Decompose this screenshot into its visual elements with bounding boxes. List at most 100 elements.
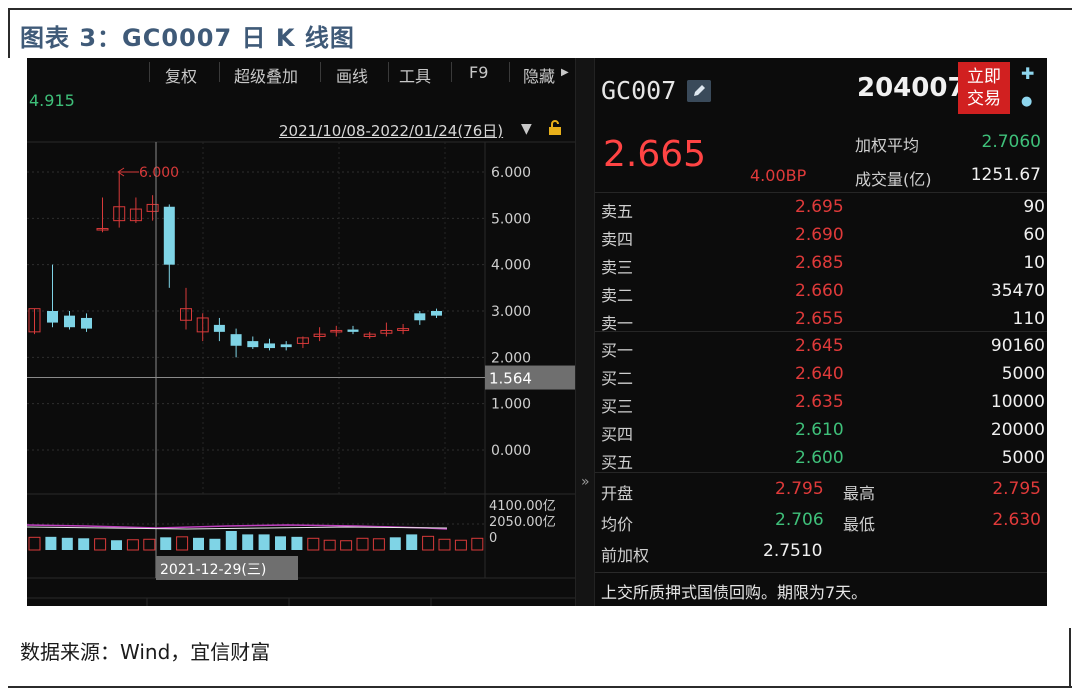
volume-bar-down bbox=[275, 536, 286, 550]
avg-label: 均价 bbox=[601, 515, 634, 534]
security-name: GC007 bbox=[601, 76, 677, 105]
ask-level-label: 卖四 bbox=[601, 230, 634, 249]
bid-level-quantity: 20000 bbox=[990, 420, 1045, 440]
candle-body-down bbox=[347, 329, 359, 332]
prev-weighted-value: 2.7510 bbox=[763, 541, 823, 561]
volume-bar-up bbox=[143, 538, 156, 551]
candle-body-down bbox=[213, 324, 225, 332]
bid-level-price: 2.610 bbox=[795, 420, 844, 440]
volume-bar-down bbox=[225, 530, 237, 550]
candle-body-down bbox=[64, 315, 75, 328]
ask-level-quantity: 110 bbox=[1012, 309, 1045, 329]
ask-level-quantity: 35470 bbox=[990, 281, 1045, 301]
ask-level-label: 卖五 bbox=[601, 202, 634, 221]
candle-body-down bbox=[163, 206, 175, 265]
volume-label: 成交量(亿) bbox=[855, 170, 932, 189]
weighted-avg-label: 加权平均 bbox=[855, 136, 920, 155]
bid-level-quantity: 10000 bbox=[990, 392, 1045, 412]
volume-bar-down bbox=[45, 536, 57, 550]
volume-bar-down bbox=[242, 534, 254, 550]
footer-bottom-rule bbox=[8, 686, 1072, 688]
figure-caption: 图表 3：GC0007 日 K 线图 bbox=[20, 24, 355, 52]
security-description-bar: 上交所质押式国债回购。期限为7天。 bbox=[595, 572, 1047, 606]
volume-bar-down bbox=[160, 537, 172, 550]
bid-level-price: 2.600 bbox=[795, 448, 844, 468]
candle-body-down bbox=[280, 344, 292, 348]
open-label: 开盘 bbox=[601, 484, 634, 503]
divider bbox=[595, 472, 1047, 473]
caption-left-rule bbox=[8, 8, 10, 58]
low-label: 最低 bbox=[843, 515, 876, 534]
trade-now-button[interactable]: 立即 交易 bbox=[958, 62, 1010, 114]
kline-chart-canvas[interactable]: 6.000 5.000 4.000 3.000 2.000 1.000 0.000 6.000… bbox=[27, 58, 575, 606]
volume-bar-down bbox=[258, 534, 270, 550]
ask-level-price: 2.690 bbox=[795, 225, 844, 245]
bid-level-label: 买三 bbox=[601, 397, 634, 416]
crosshair-date-label: 2021-12-29(三) bbox=[160, 562, 266, 578]
ask-level-price: 2.655 bbox=[795, 309, 844, 329]
ask-level-label: 卖二 bbox=[601, 286, 634, 305]
volume-tick-label: 4100.00亿 bbox=[489, 499, 556, 514]
price-tick-label: 5.000 bbox=[491, 211, 531, 227]
bid-level-price: 2.635 bbox=[795, 392, 844, 412]
volume-bar-up bbox=[126, 539, 139, 551]
volume-bar-down bbox=[78, 538, 90, 550]
candle-body-down bbox=[81, 317, 92, 329]
candle-body-down bbox=[230, 334, 242, 346]
collapse-arrow-icon[interactable]: » bbox=[581, 474, 590, 490]
volume-bar-up bbox=[340, 540, 353, 551]
volume-tick-label: 2050.00亿 bbox=[489, 515, 556, 530]
volume-bar-up bbox=[323, 539, 336, 551]
ask-level-price: 2.685 bbox=[795, 253, 844, 273]
avg-value: 2.706 bbox=[775, 510, 824, 530]
candle-body-down bbox=[47, 311, 58, 323]
bid-level-quantity: 5000 bbox=[1001, 364, 1045, 384]
ask-level-price: 2.695 bbox=[795, 197, 844, 217]
candle-body-down bbox=[431, 311, 442, 316]
volume-bar-down bbox=[389, 537, 401, 550]
ask-level-quantity: 60 bbox=[1023, 225, 1045, 245]
candle-body-down bbox=[414, 313, 426, 321]
bid-level-price: 2.640 bbox=[795, 364, 844, 384]
last-price: 2.665 bbox=[603, 134, 707, 175]
volume-bar-down bbox=[61, 537, 73, 550]
plus-icon[interactable]: ✚ bbox=[1021, 64, 1034, 83]
trade-now-line1: 立即 bbox=[967, 67, 1001, 87]
price-tick-label: 0.000 bbox=[491, 443, 531, 459]
volume-bar-up bbox=[356, 537, 369, 551]
volume-bar-up bbox=[438, 538, 451, 551]
security-code: 204007 bbox=[857, 73, 966, 103]
pencil-icon[interactable] bbox=[687, 80, 711, 102]
trade-now-line2: 交易 bbox=[967, 89, 1001, 109]
high-label: 最高 bbox=[843, 484, 876, 503]
bid-level-label: 买四 bbox=[601, 425, 634, 444]
volume-bar-down bbox=[406, 534, 418, 550]
divider bbox=[595, 331, 1047, 332]
terminal-screenshot: 复权 超级叠加 画线 工具 F9 隐藏 ▶ 4.915 2021/10/08-2… bbox=[27, 58, 1047, 606]
panel-splitter[interactable]: » bbox=[575, 58, 595, 606]
candle-body-down bbox=[247, 341, 259, 348]
volume-bar-down bbox=[209, 538, 221, 550]
volume-tick-label: 0 bbox=[489, 531, 497, 546]
high-value: 2.795 bbox=[992, 479, 1041, 499]
security-description: 上交所质押式国债回购。期限为7天。 bbox=[601, 583, 868, 602]
volume-bar-up bbox=[422, 535, 435, 551]
price-tick-label: 4.000 bbox=[491, 258, 531, 274]
bid-level-label: 买二 bbox=[601, 369, 634, 388]
price-tick-label: 2.000 bbox=[491, 350, 531, 366]
caption-top-rule bbox=[8, 8, 1072, 10]
volume-bar-up bbox=[28, 536, 41, 551]
divider bbox=[595, 192, 1047, 193]
ask-level-quantity: 90 bbox=[1023, 197, 1045, 217]
change-bp: 4.00BP bbox=[750, 166, 807, 185]
high-marker-label: 6.000 bbox=[139, 165, 179, 181]
volume-bar-down bbox=[193, 537, 204, 550]
candle-body-down bbox=[264, 343, 275, 349]
price-tick-label: 3.000 bbox=[491, 304, 531, 320]
price-tick-label: 1.000 bbox=[491, 397, 531, 413]
ask-level-label: 卖三 bbox=[601, 258, 634, 277]
bell-icon[interactable]: ● bbox=[1021, 94, 1032, 109]
ask-level-price: 2.660 bbox=[795, 281, 844, 301]
volume-bar-up bbox=[307, 537, 320, 551]
volume-ma-line bbox=[27, 526, 448, 530]
